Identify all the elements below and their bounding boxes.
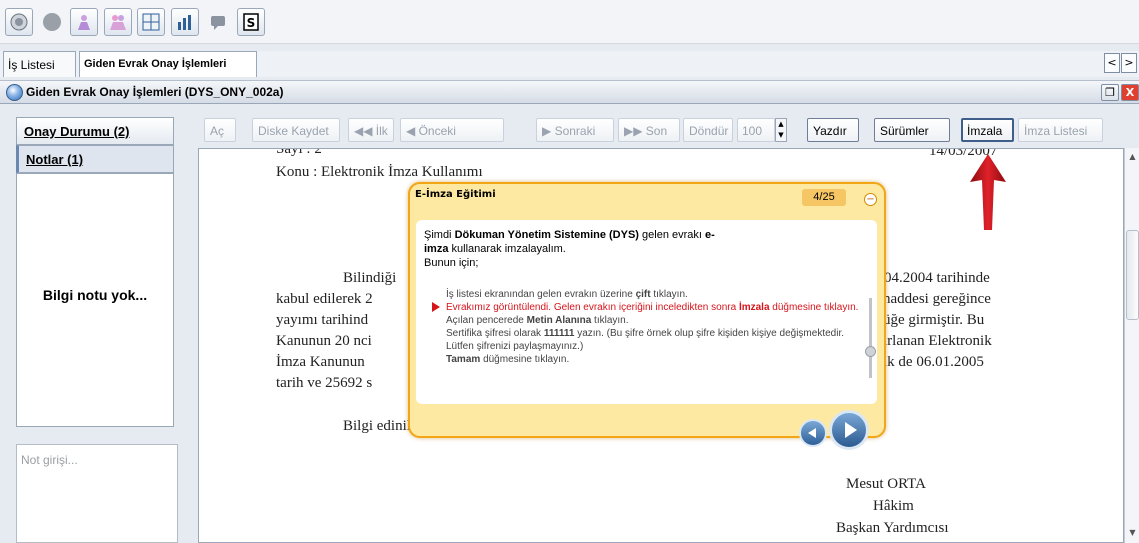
doc-p1-left-line: kabul edilerek 2 [276,291,373,307]
sidebar-item-notlar[interactable]: Notlar (1) [16,145,174,173]
step-item-current: Evrakımız görüntülendi. Gelen evrakın iç… [432,301,872,314]
tab-giden-evrak[interactable]: Giden Evrak Onay İşlemleri [79,51,257,77]
previous-step-button[interactable] [799,419,827,447]
window-title: Giden Evrak Onay İşlemleri (DYS_ONY_002a… [26,85,284,99]
intro-bold: Dökuman Yönetim Sistemine (DYS) [454,229,639,241]
step-text: düğmesine tıklayın. [483,354,570,365]
people-icon[interactable] [104,8,132,36]
note-input[interactable]: Not girişi... [16,444,178,543]
chart-icon[interactable] [171,8,199,36]
doc-p1-left-line: Kanunun 20 nci [276,333,372,349]
step-item: Tamam düğmesine tıklayın. [432,353,872,366]
doc-p1-left-line: tarih ve 25692 s [276,375,373,391]
step-item: Sertifika şifresi olarak 111111 yazın. (… [432,327,872,353]
son-button[interactable]: ▶▶ Son [618,118,680,142]
ac-button[interactable]: Aç [204,118,236,142]
doc-p1-left-line: Bilindiği [343,270,397,286]
onceki-button[interactable]: ◀ Önceki [400,118,504,142]
tab-bar: İş Listesi Giden Evrak Onay İşlemleri < … [0,51,1139,77]
imza-listesi-button[interactable]: İmza Listesi [1018,118,1103,142]
imzala-button[interactable]: İmzala [961,118,1014,142]
scrollbar-thumb[interactable] [1126,230,1139,320]
step-text: düğmesine tıklayın. [772,302,859,313]
step-highlight: İmzala [738,302,770,313]
circle-app-icon[interactable] [5,8,33,36]
zoom-field[interactable]: 100 [737,118,775,142]
surumler-button[interactable]: Sürümler [874,118,950,142]
restore-button[interactable]: ❐ [1101,84,1119,101]
tutorial-popup: E-İmza Eğitimi 4/25 − Şimdi Dökuman Yöne… [408,182,886,450]
step-text: İş listesi ekranından gelen evrakın üzer… [446,289,633,300]
doc-p1-right-line: üğe girmiştir. Bu [883,312,985,328]
step-highlight: Tamam [446,354,481,365]
top-toolbar: S [0,0,1139,44]
intro-text: kullanarak imzalayalım. [451,243,566,255]
close-button[interactable]: X [1121,84,1139,101]
intro-text: gelen evrakı [642,229,702,241]
doc-p1-left-line: yayımı tarihind [276,312,369,328]
current-step-marker-icon [432,302,440,312]
window-title-bar: Giden Evrak Onay İşlemleri (DYS_ONY_002a… [0,80,1139,104]
doc-p1-right-line: 04.2004 tarihinde [884,270,990,286]
step-text: tıklayın. [594,315,629,326]
popup-intro: Şimdi Dökuman Yönetim Sistemine (DYS) ge… [424,228,724,270]
scroll-up-icon[interactable]: ▲ [1126,150,1139,164]
person-icon[interactable] [70,8,98,36]
step-item: Açılan pencerede Metin Alanına tıklayın. [432,314,872,327]
ilk-button[interactable]: ◀◀ İlk [348,118,394,142]
diske-kaydet-button[interactable]: Diske Kaydet [252,118,340,142]
popup-body: Şimdi Dökuman Yönetim Sistemine (DYS) ge… [416,220,877,404]
step-text: tıklayın. [653,289,688,300]
notes-empty-text: Bilgi notu yok... [42,287,148,303]
popup-scroll-thumb[interactable] [865,346,876,357]
sonraki-button[interactable]: ▶ Sonraki [536,118,614,142]
popup-minimize-button[interactable]: − [864,193,877,206]
doc-signer-title: Başkan Yardımcısı [836,520,949,536]
doc-signer-name: Mesut ORTA [846,476,926,492]
left-panel: Onay Durumu (2) Notlar (1) Bilgi notu yo… [0,106,192,543]
yazdir-button[interactable]: Yazdır [807,118,859,142]
popup-title: E-İmza Eğitimi [415,189,496,200]
step-text: Evrakımız görüntülendi. Gelen evrakın iç… [446,302,737,313]
tab-prev-button[interactable]: < [1104,53,1120,73]
popup-steps: İş listesi ekranından gelen evrakın üzer… [432,288,872,366]
scroll-down-icon[interactable]: ▼ [1126,526,1139,540]
red-pointer-arrow-icon [970,154,1006,230]
dondur-button[interactable]: Döndür [683,118,733,142]
doc-p1-right-line: ırlanan Elektronik [883,333,992,349]
tab-is-listesi[interactable]: İş Listesi [3,51,76,77]
tab-next-button[interactable]: > [1121,53,1137,73]
grid-icon[interactable] [137,8,165,36]
step-item: İş listesi ekranından gelen evrakın üzer… [432,288,872,301]
doc-p1-right-line: ik de 06.01.2005 [883,354,984,370]
svg-text:S: S [247,16,256,30]
doc-signer-title: Hâkim [873,498,914,514]
app-globe-icon [6,84,23,101]
sidebar-item-onay-durumu[interactable]: Onay Durumu (2) [16,117,174,145]
step-highlight: çift [635,289,651,300]
chat-icon[interactable] [204,8,232,36]
triangle-right-icon [845,422,857,438]
doc-p1-right-line: naddesi gereğince [883,291,991,307]
popup-scroll-track[interactable] [869,298,872,378]
step-highlight: Metin Alanına [526,315,592,326]
doc-sayi: Sayı : 2 [276,148,322,157]
zoom-spinner[interactable]: ▲ ▼ [775,118,787,142]
doc-konu: Konu : Elektronik İmza Kullanımı [276,164,483,180]
document-toolbar: Aç Diske Kaydet ◀◀ İlk ◀ Önceki ▶ Sonrak… [198,115,1139,145]
next-step-button[interactable] [829,410,869,450]
step-highlight: 111111 [543,328,575,339]
popup-progress: 4/25 [802,189,846,206]
step-text: Açılan pencerede [446,315,524,326]
step-text: Sertifika şifresi olarak [446,328,542,339]
gray-circle-icon[interactable] [38,8,66,36]
triangle-left-icon [808,428,816,438]
doc-p1-left-line: İmza Kanunun [276,354,365,370]
notes-list: Bilgi notu yok... [16,173,174,427]
s-document-icon[interactable]: S [237,8,265,36]
document-scrollbar[interactable]: ▲ ▼ [1124,148,1139,543]
intro-text: Şimdi [424,229,452,241]
intro-text: Bunun için; [424,257,479,269]
